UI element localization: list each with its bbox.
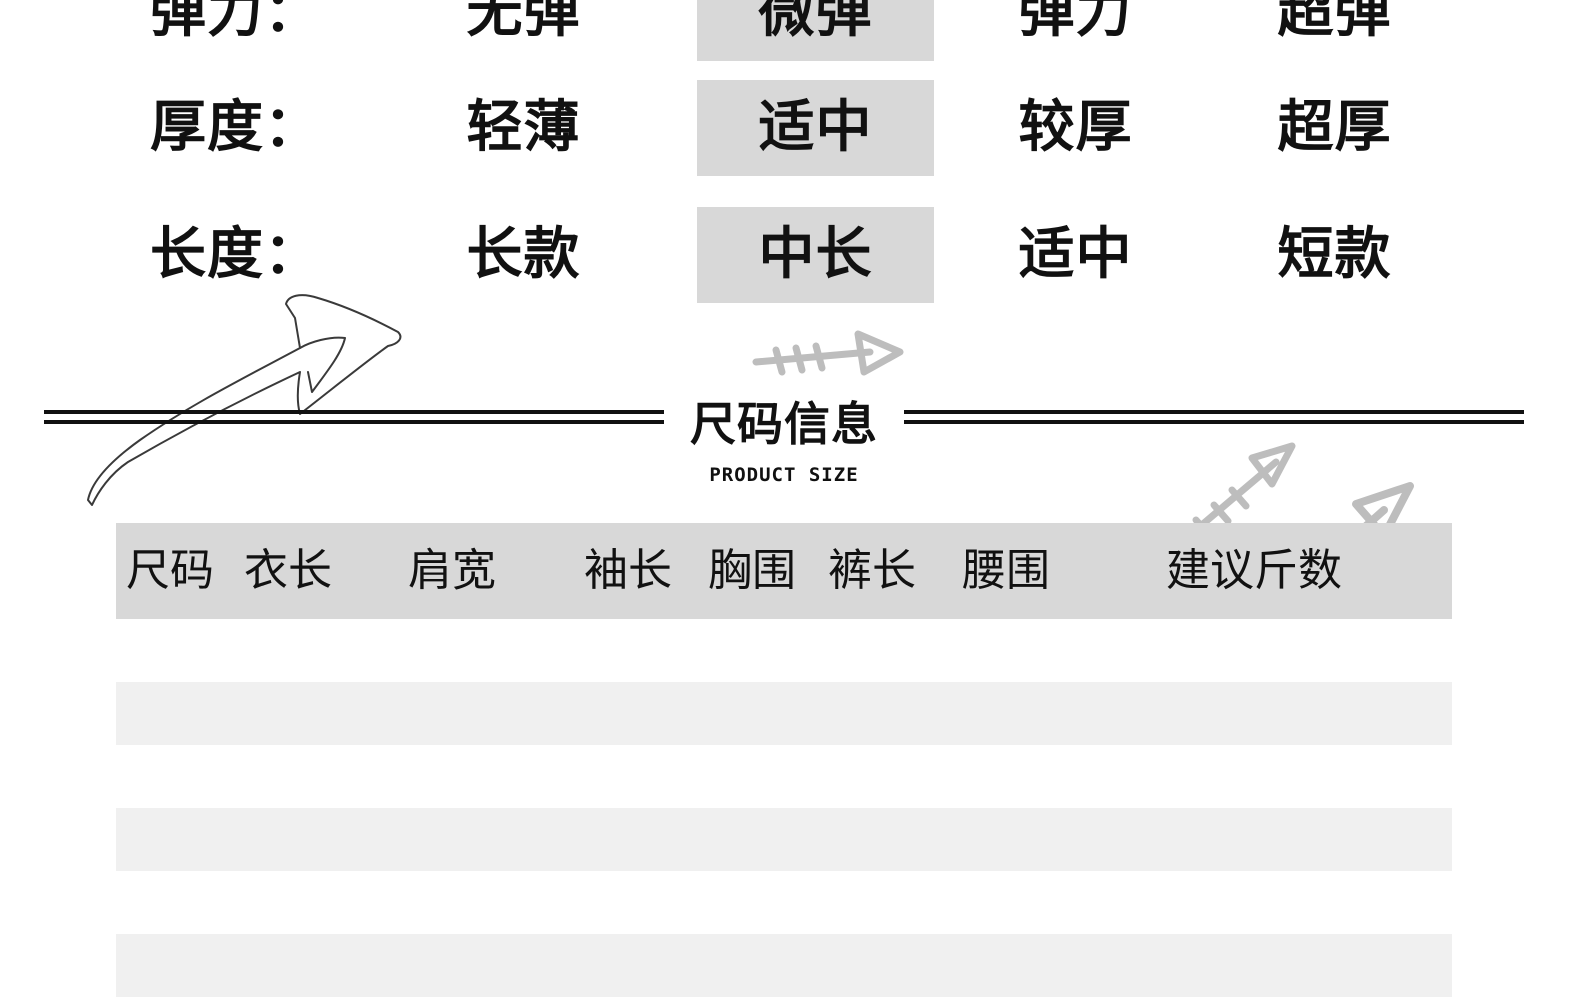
attribute-option: 弹力	[1018, 0, 1133, 45]
section-title: 尺码信息	[690, 397, 878, 451]
table-row	[116, 619, 1452, 682]
size-table: 尺码 衣长 肩宽 袖长 胸围 裤长 腰围 建议斤数	[116, 523, 1452, 997]
attribute-row-elasticity: 弹力： 无弹 微弹 弹力 超弹	[0, 0, 1585, 61]
attribute-label: 弹力：	[150, 0, 321, 45]
attribute-label: 长度：	[150, 222, 321, 287]
table-row	[116, 745, 1452, 808]
table-row	[116, 808, 1452, 871]
attribute-option: 适中	[1018, 222, 1133, 287]
attribute-row-thickness: 厚度： 轻薄 适中 较厚 超厚	[0, 80, 1585, 176]
attribute-option-selected: 适中	[697, 80, 934, 176]
outline-arrow-icon	[87, 294, 402, 506]
attribute-option: 超弹	[1277, 0, 1392, 45]
attribute-option: 短款	[1277, 222, 1392, 287]
heading-divider-left	[44, 410, 664, 426]
table-row	[116, 682, 1452, 745]
section-subtitle: PRODUCT SIZE	[709, 464, 859, 486]
column-header-shoulder: 肩宽	[408, 545, 496, 596]
column-header-waist: 腰围	[962, 545, 1050, 596]
attribute-option: 超厚	[1277, 95, 1392, 160]
attribute-option-selected: 微弹	[697, 0, 934, 61]
attribute-option: 较厚	[1018, 95, 1133, 160]
attribute-option: 长款	[466, 222, 581, 287]
attribute-option: 无弹	[466, 0, 581, 45]
column-header-weight: 建议斤数	[1166, 545, 1342, 596]
light-arrow-icon	[752, 330, 904, 376]
column-header-length: 衣长	[244, 545, 332, 596]
column-header-sleeve: 袖长	[584, 545, 672, 596]
attribute-option: 轻薄	[466, 95, 581, 160]
attribute-option-selected: 中长	[697, 207, 934, 303]
table-header: 尺码 衣长 肩宽 袖长 胸围 裤长 腰围 建议斤数	[116, 523, 1452, 619]
column-header-chest: 胸围	[708, 545, 796, 596]
attribute-label: 厚度：	[150, 95, 321, 160]
heading-divider-right	[904, 410, 1524, 426]
table-row	[116, 871, 1452, 934]
attribute-row-length: 长度： 长款 中长 适中 短款	[0, 207, 1585, 303]
table-row	[116, 934, 1452, 997]
column-header-size: 尺码	[126, 545, 214, 596]
column-header-pants-length: 裤长	[828, 545, 916, 596]
